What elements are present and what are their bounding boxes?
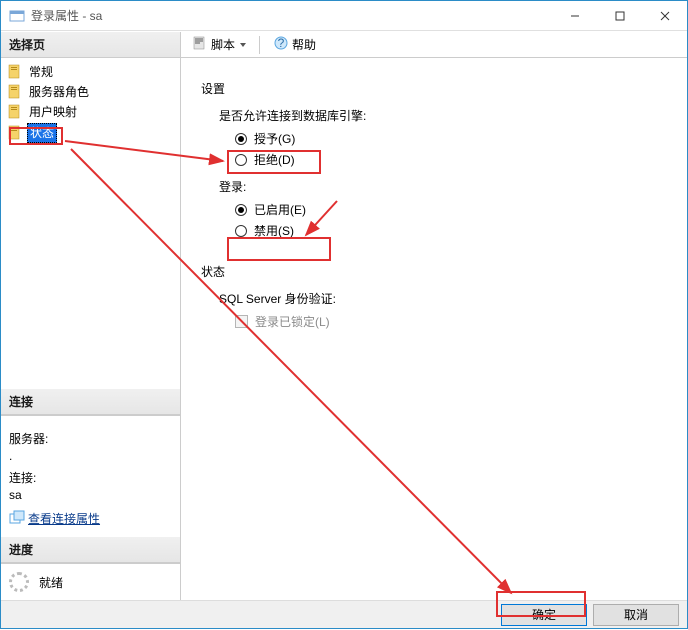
progress-status: 就绪 (39, 574, 63, 591)
page-icon (7, 64, 23, 80)
script-label: 脚本 (211, 36, 235, 53)
radio-enabled[interactable]: 已启用(E) (235, 201, 667, 218)
connection-label: 连接: (9, 469, 172, 486)
sidebar-item-label: 服务器角色 (27, 83, 91, 101)
sidebar-item-general[interactable]: 常规 (5, 62, 176, 82)
page-icon (7, 104, 23, 120)
radio-label: 禁用(S) (254, 222, 294, 239)
minimize-button[interactable] (552, 1, 597, 30)
radio-grant[interactable]: 授予(G) (235, 130, 667, 147)
maximize-button[interactable] (597, 1, 642, 30)
svg-text:?: ? (278, 36, 285, 50)
progress-header: 进度 (1, 537, 180, 563)
progress-spinner-icon (9, 572, 29, 592)
help-button[interactable]: ? 帮助 (268, 32, 321, 57)
connection-header: 连接 (1, 389, 180, 415)
toolbar-separator (259, 36, 260, 54)
properties-icon (9, 510, 25, 526)
sidebar-item-label: 常规 (27, 63, 55, 81)
radio-icon (235, 204, 247, 216)
help-label: 帮助 (292, 36, 316, 53)
checkbox-lockout: 登录已锁定(L) (235, 313, 667, 330)
radio-label: 拒绝(D) (254, 151, 295, 168)
permission-label: 是否允许连接到数据库引擎: (219, 107, 667, 124)
button-bar: 确定 取消 (1, 600, 687, 628)
script-icon (192, 35, 208, 54)
content-pane: 设置 是否允许连接到数据库引擎: 授予(G) 拒绝(D) 登录: 已启用(E) … (181, 58, 687, 600)
close-button[interactable] (642, 1, 687, 30)
ok-button[interactable]: 确定 (501, 604, 587, 626)
select-page-header: 选择页 (1, 32, 180, 58)
radio-icon (235, 154, 247, 166)
radio-icon (235, 225, 247, 237)
cancel-button[interactable]: 取消 (593, 604, 679, 626)
sidebar-item-status[interactable]: 状态 (5, 122, 176, 144)
script-button[interactable]: 脚本 (187, 32, 251, 57)
link-label: 查看连接属性 (28, 510, 100, 527)
sidebar-item-label: 状态 (27, 123, 57, 143)
checkbox-icon (235, 315, 248, 328)
checkbox-label: 登录已锁定(L) (255, 313, 330, 330)
connection-value: sa (9, 488, 172, 502)
help-icon: ? (273, 35, 289, 54)
radio-label: 已启用(E) (254, 201, 306, 218)
radio-label: 授予(G) (254, 130, 295, 147)
sidebar-item-server-roles[interactable]: 服务器角色 (5, 82, 176, 102)
sqlauth-label: SQL Server 身份验证: (219, 290, 667, 307)
server-value: . (9, 449, 172, 463)
chevron-down-icon (240, 43, 246, 47)
sidebar-item-label: 用户映射 (27, 103, 79, 121)
radio-disabled[interactable]: 禁用(S) (235, 222, 667, 239)
page-tree: 常规 服务器角色 用户映射 状态 (1, 58, 180, 148)
title-bar: 登录属性 - sa (1, 1, 687, 31)
status-title: 状态 (201, 263, 667, 280)
sidebar-item-user-mapping[interactable]: 用户映射 (5, 102, 176, 122)
page-icon (7, 84, 23, 100)
radio-deny[interactable]: 拒绝(D) (235, 151, 667, 168)
toolbar: 脚本 ? 帮助 (181, 32, 687, 58)
login-label: 登录: (219, 178, 667, 195)
app-icon (9, 8, 25, 24)
window-title: 登录属性 - sa (31, 7, 552, 24)
view-connection-properties-link[interactable]: 查看连接属性 (9, 510, 100, 527)
page-icon (7, 125, 23, 141)
settings-title: 设置 (201, 80, 667, 97)
radio-icon (235, 133, 247, 145)
server-label: 服务器: (9, 430, 172, 447)
